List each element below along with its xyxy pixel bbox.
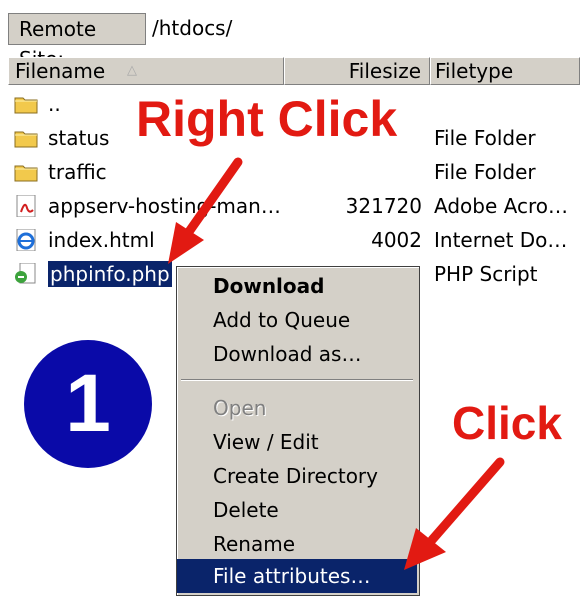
arrow-to-file-attributes-icon [404,457,505,570]
annotation-arrows [168,157,505,570]
arrow-to-phpinfo-icon [168,157,243,264]
